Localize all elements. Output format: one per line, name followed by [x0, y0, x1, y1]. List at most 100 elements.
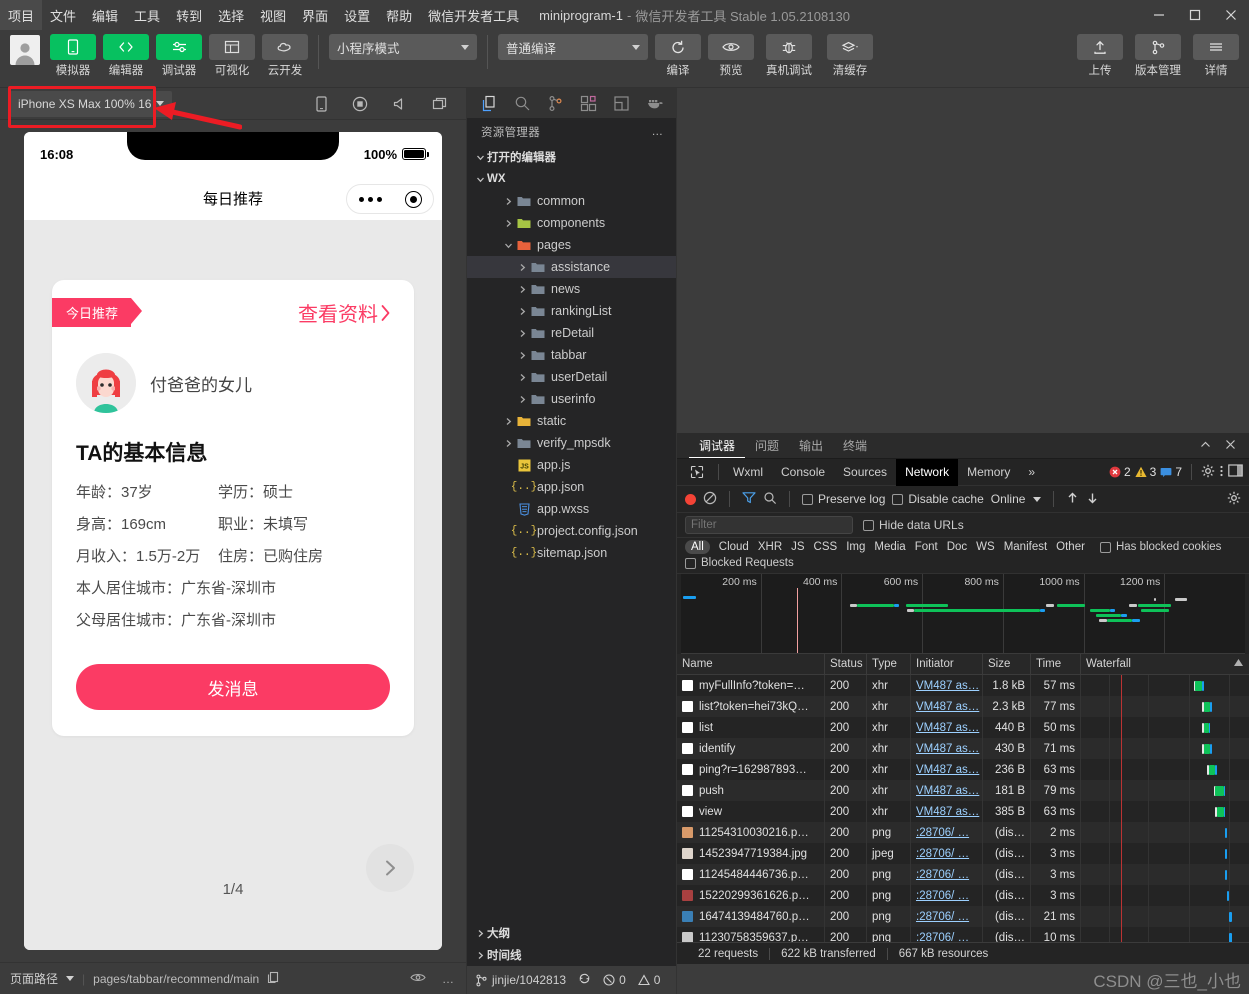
window-icon[interactable]: [432, 97, 448, 111]
type-filter-doc[interactable]: Doc: [947, 541, 967, 553]
initiator-link[interactable]: :28706/ …: [916, 932, 969, 943]
type-filter-cloud[interactable]: Cloud: [719, 541, 749, 553]
tree-section-wx[interactable]: WX: [467, 168, 676, 190]
col-header-waterfall[interactable]: Waterfall: [1081, 654, 1249, 675]
source-control-icon[interactable]: [547, 95, 564, 112]
initiator-link[interactable]: VM487 as…: [916, 722, 979, 734]
has-blocked-cookies-checkbox[interactable]: Has blocked cookies: [1099, 541, 1221, 553]
table-row[interactable]: 11230758359637.p… 200 png:28706/ … (dis… 10 …: [677, 927, 1249, 942]
visualize-button[interactable]: [209, 34, 255, 60]
copy-icon[interactable]: [267, 971, 279, 987]
initiator-link[interactable]: :28706/ …: [916, 869, 969, 881]
cell-initiator[interactable]: :28706/ …: [911, 927, 983, 942]
panel-tab-console[interactable]: Console: [772, 459, 834, 486]
explorer-more-icon[interactable]: …: [652, 126, 665, 138]
tree-item-rankinglist[interactable]: rankingList: [467, 300, 676, 322]
hide-data-urls-checkbox[interactable]: Hide data URLs: [863, 518, 964, 532]
error-count[interactable]: 0: [603, 973, 626, 987]
cell-initiator[interactable]: VM487 as…: [911, 696, 983, 717]
version-manage-button[interactable]: [1135, 34, 1181, 60]
table-row[interactable]: 11254310030216.p… 200 png:28706/ … (dis… 2 m…: [677, 822, 1249, 843]
search-icon[interactable]: [514, 95, 531, 112]
compile-button[interactable]: [655, 34, 701, 60]
tree-section-outline[interactable]: 大纲: [467, 922, 676, 944]
cell-initiator[interactable]: :28706/ …: [911, 843, 983, 864]
type-filter-css[interactable]: CSS: [814, 541, 838, 553]
more-vertical-icon[interactable]: [1219, 464, 1224, 481]
tree-item-common[interactable]: common: [467, 190, 676, 212]
table-row[interactable]: 15220299361626.p… 200 png:28706/ … (dis… 3 m…: [677, 885, 1249, 906]
tree-item-pages[interactable]: pages: [467, 234, 676, 256]
panel-tab-wxml[interactable]: Wxml: [724, 459, 772, 486]
table-row[interactable]: 11245484446736.p… 200 png:28706/ … (dis… 3 m…: [677, 864, 1249, 885]
col-header-type[interactable]: Type: [867, 653, 911, 675]
mode-select[interactable]: 小程序模式: [329, 34, 477, 60]
close-icon[interactable]: [1224, 438, 1237, 454]
import-icon[interactable]: [1066, 491, 1079, 508]
minimize-button[interactable]: [1141, 0, 1177, 30]
menu-item-tools[interactable]: 工具: [126, 0, 168, 30]
initiator-link[interactable]: VM487 as…: [916, 701, 979, 713]
send-message-button[interactable]: 发消息: [76, 664, 390, 710]
type-filter-media[interactable]: Media: [874, 541, 905, 553]
tree-item-sitemap-json[interactable]: {..} sitemap.json: [467, 542, 676, 564]
warning-count[interactable]: 0: [637, 973, 660, 987]
warning-badge[interactable]: 3: [1135, 465, 1156, 479]
menu-item-view[interactable]: 视图: [252, 0, 294, 30]
initiator-link[interactable]: VM487 as…: [916, 743, 979, 755]
type-filter-xhr[interactable]: XHR: [758, 541, 782, 553]
cell-initiator[interactable]: VM487 as…: [911, 717, 983, 738]
type-filter-img[interactable]: Img: [846, 541, 865, 553]
chevron-up-icon[interactable]: [1199, 438, 1212, 454]
record-icon[interactable]: [685, 493, 696, 505]
tree-item-redetail[interactable]: reDetail: [467, 322, 676, 344]
phone-rotate-icon[interactable]: [315, 95, 328, 112]
eye-icon[interactable]: [410, 972, 426, 986]
remote-debug-button[interactable]: [766, 34, 812, 60]
filter-input[interactable]: [685, 516, 853, 534]
tree-item-assistance[interactable]: assistance: [467, 256, 676, 278]
panel-tabs-overflow[interactable]: »: [1019, 459, 1044, 486]
compile-select[interactable]: 普通编译: [498, 34, 648, 60]
table-row[interactable]: identify 200 xhr VM487 as… 430 B 71 ms: [677, 738, 1249, 759]
tree-item-userinfo[interactable]: userinfo: [467, 388, 676, 410]
clear-cache-button[interactable]: [827, 34, 873, 60]
type-filter-all[interactable]: All: [685, 540, 710, 554]
initiator-link[interactable]: :28706/ …: [916, 890, 969, 902]
editor-button[interactable]: [103, 34, 149, 60]
col-header-status[interactable]: Status: [825, 653, 867, 675]
cell-initiator[interactable]: VM487 as…: [911, 759, 983, 780]
type-filter-other[interactable]: Other: [1056, 541, 1085, 553]
type-filter-ws[interactable]: WS: [976, 541, 995, 553]
info-badge[interactable]: 7: [1160, 465, 1182, 479]
table-row[interactable]: view 200 xhr VM487 as… 385 B 63 ms: [677, 801, 1249, 822]
wechat-capsule[interactable]: [346, 184, 434, 214]
cell-initiator[interactable]: VM487 as…: [911, 801, 983, 822]
cell-initiator[interactable]: :28706/ …: [911, 864, 983, 885]
initiator-link[interactable]: :28706/ …: [916, 848, 969, 860]
clear-icon[interactable]: [703, 491, 717, 508]
tab-output[interactable]: 输出: [789, 433, 833, 458]
initiator-link[interactable]: :28706/ …: [916, 911, 969, 923]
menu-item-edit[interactable]: 编辑: [84, 0, 126, 30]
more-icon[interactable]: …: [442, 972, 456, 986]
tree-item-tabbar[interactable]: tabbar: [467, 344, 676, 366]
disable-cache-checkbox[interactable]: Disable cache: [892, 492, 984, 506]
git-branch[interactable]: jinjie/1042813: [475, 973, 566, 987]
device-select[interactable]: iPhone XS Max 100% 16: [10, 90, 173, 117]
maximize-button[interactable]: [1177, 0, 1213, 30]
tree-item-static[interactable]: static: [467, 410, 676, 432]
menu-item-devtools[interactable]: 微信开发者工具: [420, 0, 527, 30]
next-card-button[interactable]: [366, 844, 414, 892]
type-filter-js[interactable]: JS: [791, 541, 804, 553]
preview-button[interactable]: [708, 34, 754, 60]
docker-icon[interactable]: [646, 95, 664, 111]
table-row[interactable]: push 200 xhr VM487 as… 181 B 79 ms: [677, 780, 1249, 801]
table-row[interactable]: list?token=hei73kQ… 200 xhr VM487 as… 2.3 kB…: [677, 696, 1249, 717]
tree-item-app-json[interactable]: {..} app.json: [467, 476, 676, 498]
close-capsule-icon[interactable]: [404, 190, 422, 208]
tree-item-userdetail[interactable]: userDetail: [467, 366, 676, 388]
panel-tab-sources[interactable]: Sources: [834, 459, 896, 486]
table-row[interactable]: list 200 xhr VM487 as… 440 B 50 ms: [677, 717, 1249, 738]
menu-item-select[interactable]: 选择: [210, 0, 252, 30]
